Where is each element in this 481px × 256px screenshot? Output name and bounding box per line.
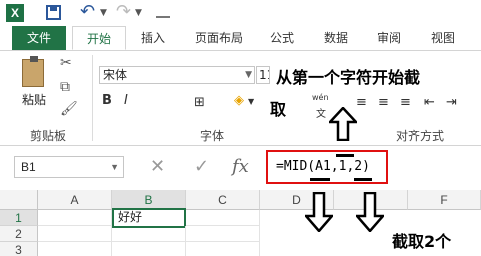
highlight-underline [354, 178, 372, 181]
copy-icon[interactable]: ⧉ [60, 79, 70, 95]
ribbon-tabs: 文件 开始 插入 页面布局 公式 数据 审阅 视图 [0, 26, 481, 50]
cell-a1[interactable] [38, 210, 112, 226]
format-painter-icon[interactable]: 🖌 [60, 101, 78, 117]
increase-indent-icon[interactable]: ⇥ [446, 95, 457, 110]
alignment-group-label: 对齐方式 [396, 129, 445, 143]
tab-review[interactable]: 审阅 [364, 26, 414, 50]
font-name-value: 宋体 [103, 68, 128, 82]
align-right-icon[interactable]: ≡ [400, 95, 411, 110]
chevron-down-icon: ▼ [110, 162, 119, 172]
row-header-2[interactable]: 2 [0, 226, 38, 242]
excel-logo-icon: X [6, 4, 24, 22]
save-icon[interactable] [46, 5, 61, 20]
redo-dropdown-icon[interactable]: ▼ [135, 8, 142, 18]
borders-icon[interactable]: ⊞ [194, 95, 205, 110]
cell-a2[interactable] [38, 226, 112, 242]
chevron-down-icon: ▼ [245, 70, 252, 80]
align-left-icon[interactable]: ≡ [356, 95, 367, 110]
font-size-select[interactable]: 11 [256, 66, 270, 84]
cancel-icon[interactable]: ✕ [150, 156, 165, 178]
phonetic-icon[interactable]: wén [312, 93, 329, 102]
highlight-underline [310, 178, 330, 181]
annotation-start-text: 从第一个字符开始截 [276, 68, 421, 87]
arrow-down-icon [305, 192, 333, 232]
tab-file[interactable]: 文件 [12, 26, 66, 50]
tab-home[interactable]: 开始 [72, 26, 126, 50]
annotation-length-text: 截取2个 [392, 232, 452, 251]
redo-icon[interactable]: ↷ [116, 2, 131, 22]
cell-c2[interactable] [186, 226, 260, 242]
cell-b1[interactable]: 好好 [112, 208, 186, 228]
cell-c1[interactable] [186, 210, 260, 226]
insert-function-icon[interactable]: fx [232, 156, 249, 178]
enter-icon[interactable]: ✓ [194, 156, 209, 178]
name-box-value: B1 [21, 160, 36, 174]
tab-page-layout[interactable]: 页面布局 [184, 26, 254, 50]
cell-b3[interactable] [112, 242, 186, 256]
italic-button[interactable]: I [124, 93, 128, 108]
tab-formulas[interactable]: 公式 [258, 26, 306, 50]
cut-icon[interactable]: ✂ [60, 55, 72, 71]
customize-qat-icon[interactable] [156, 4, 170, 18]
tab-insert[interactable]: 插入 [128, 26, 178, 50]
name-box[interactable]: B1 ▼ [14, 156, 124, 178]
font-name-select[interactable]: 宋体 ▼ [99, 66, 255, 84]
column-header-c[interactable]: C [186, 190, 260, 210]
decrease-indent-icon[interactable]: ⇤ [424, 95, 435, 110]
font-group-label: 字体 [200, 129, 225, 143]
undo-dropdown-icon[interactable]: ▼ [100, 8, 107, 18]
formula-bar: B1 ▼ ✕ ✓ fx =MID(A1,1,2) [0, 146, 481, 186]
arrow-down-icon [356, 192, 384, 232]
cell-c3[interactable] [186, 242, 260, 256]
quick-access-toolbar: X ↶ ▼ ↷ ▼ [0, 0, 481, 26]
cell-b2[interactable] [112, 226, 186, 242]
phonetic-glyph-icon: 文 [316, 109, 326, 120]
cell-a3[interactable] [38, 242, 112, 256]
chevron-down-icon[interactable]: ▼ [248, 97, 254, 106]
undo-icon[interactable]: ↶ [80, 2, 95, 22]
tab-view[interactable]: 视图 [418, 26, 468, 50]
row-header-1[interactable]: 1 [0, 210, 38, 226]
clipboard-group-label: 剪贴板 [30, 129, 67, 143]
bold-button[interactable]: B [102, 93, 112, 108]
arrow-up-icon [329, 107, 357, 141]
column-header-b[interactable]: B [112, 190, 186, 210]
row-header-3[interactable]: 3 [0, 242, 38, 256]
tab-data[interactable]: 数据 [310, 26, 362, 50]
fill-color-icon[interactable]: ◈ [234, 93, 244, 108]
align-center-icon[interactable]: ≡ [378, 95, 389, 110]
column-header-f[interactable]: F [408, 190, 481, 210]
group-divider [92, 55, 93, 141]
paste-icon[interactable] [22, 56, 44, 87]
paste-button-label[interactable]: 粘贴 [22, 91, 46, 108]
column-header-a[interactable]: A [38, 190, 112, 210]
select-all-corner[interactable] [0, 190, 38, 210]
highlight-underline [336, 154, 354, 157]
annotation-start-text-cont: 取 [270, 100, 287, 119]
